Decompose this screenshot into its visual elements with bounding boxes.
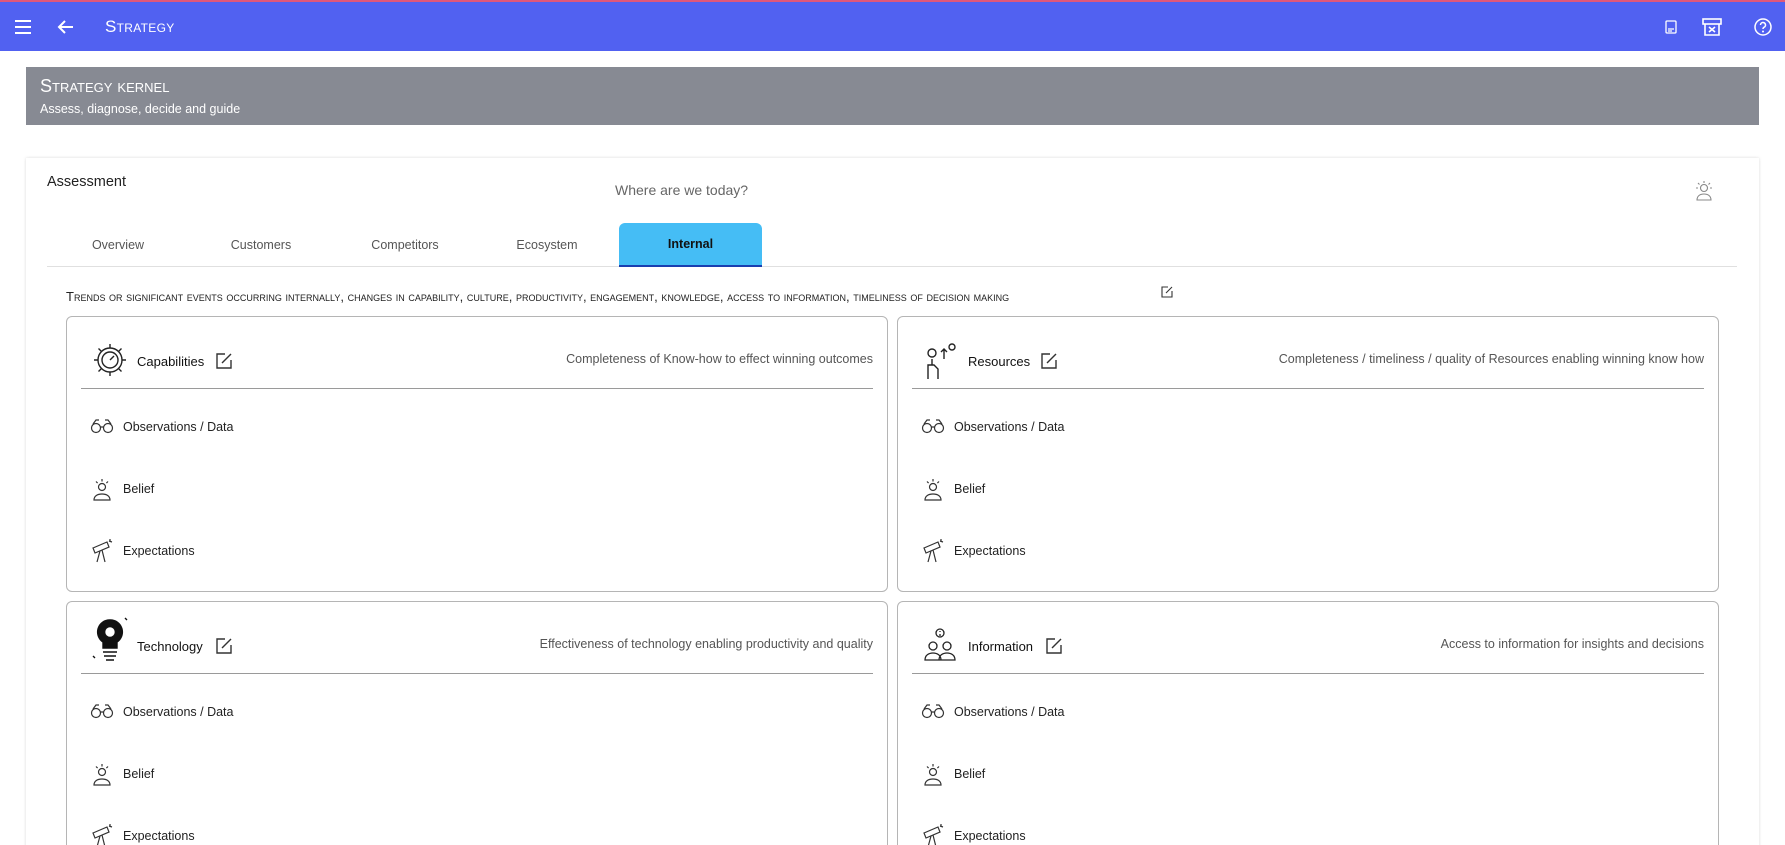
binoculars-icon	[89, 699, 115, 725]
assessment-heading: Assessment	[47, 174, 126, 190]
panel-description: Effectiveness of technology enabling pro…	[539, 637, 873, 651]
belief-row[interactable]: Belief	[920, 761, 1700, 787]
information-panel: Information Access to information for in…	[897, 601, 1719, 845]
people-info-icon	[922, 626, 960, 664]
assessment-card: Assessment Where are we today? Overview …	[26, 158, 1759, 845]
panel-header: Resources Completeness / timeliness / qu…	[912, 317, 1704, 389]
panel-description: Completeness of Know-how to effect winni…	[566, 352, 873, 366]
telescope-icon	[920, 538, 946, 564]
belief-person-icon	[920, 476, 946, 502]
panel-title: Information	[968, 639, 1034, 654]
panel-description: Completeness / timeliness / quality of R…	[1278, 352, 1704, 366]
row-label: Belief	[954, 482, 986, 496]
expectations-row[interactable]: Expectations	[89, 823, 869, 845]
tech-bulb-icon	[91, 617, 129, 664]
edit-icon[interactable]	[1160, 285, 1174, 299]
tab-competitors[interactable]: Competitors	[333, 223, 477, 267]
edit-icon[interactable]	[1044, 636, 1064, 656]
telescope-icon	[89, 538, 115, 564]
panel-header: Information Access to information for in…	[912, 602, 1704, 674]
row-label: Expectations	[123, 829, 195, 843]
expectations-row[interactable]: Expectations	[89, 538, 869, 564]
technology-panel: Technology Effectiveness of technology e…	[66, 601, 888, 845]
row-label: Expectations	[123, 544, 195, 558]
row-label: Observations / Data	[954, 705, 1065, 719]
edit-icon[interactable]	[214, 351, 234, 371]
row-label: Expectations	[954, 829, 1026, 843]
app-bar: Strategy	[0, 0, 1785, 51]
belief-person-icon	[89, 761, 115, 787]
expectations-row[interactable]: Expectations	[920, 538, 1700, 564]
panel-title: Technology	[137, 639, 203, 654]
belief-person-icon	[920, 761, 946, 787]
help-icon[interactable]	[1752, 16, 1774, 38]
menu-icon[interactable]	[12, 16, 34, 38]
tab-overview[interactable]: Overview	[47, 223, 189, 267]
assessment-subheading: Where are we today?	[615, 182, 749, 198]
belief-row[interactable]: Belief	[920, 476, 1700, 502]
assessment-tabs: Overview Customers Competitors Ecosystem…	[47, 223, 1737, 267]
panel-title: Resources	[968, 354, 1031, 369]
expectations-row[interactable]: Expectations	[920, 823, 1700, 845]
panel-header: Technology Effectiveness of technology e…	[81, 602, 873, 674]
strategy-kernel-banner: Strategy kernel Assess, diagnose, decide…	[26, 67, 1759, 125]
trend-description: Trends or significant events occurring i…	[66, 289, 1010, 304]
tab-ecosystem[interactable]: Ecosystem	[477, 223, 617, 267]
app-title: Strategy	[105, 17, 175, 36]
banner-title: Strategy kernel	[40, 76, 170, 96]
resources-panel: Resources Completeness / timeliness / qu…	[897, 316, 1719, 592]
banner-subtitle: Assess, diagnose, decide and guide	[40, 102, 241, 116]
row-label: Expectations	[954, 544, 1026, 558]
arrow-back-icon[interactable]	[55, 16, 77, 38]
row-label: Belief	[123, 482, 155, 496]
observations-row[interactable]: Observations / Data	[89, 414, 869, 440]
belief-person-icon	[89, 476, 115, 502]
observations-row[interactable]: Observations / Data	[89, 699, 869, 725]
telescope-icon	[920, 823, 946, 845]
belief-row[interactable]: Belief	[89, 761, 869, 787]
row-label: Belief	[954, 767, 986, 781]
row-label: Observations / Data	[123, 705, 234, 719]
observations-row[interactable]: Observations / Data	[920, 699, 1700, 725]
gear-gauge-icon	[91, 341, 129, 379]
binoculars-icon	[89, 414, 115, 440]
document-icon[interactable]	[1660, 16, 1682, 38]
binoculars-icon	[920, 414, 946, 440]
hand-resources-icon	[922, 341, 960, 379]
tab-customers[interactable]: Customers	[189, 223, 333, 267]
panel-description: Access to information for insights and d…	[1440, 637, 1704, 651]
row-label: Observations / Data	[123, 420, 234, 434]
panel-title: Capabilities	[137, 354, 205, 369]
row-label: Belief	[123, 767, 155, 781]
telescope-icon	[89, 823, 115, 845]
panel-header: Capabilities Completeness of Know-how to…	[81, 317, 873, 389]
archive-icon[interactable]	[1701, 16, 1723, 38]
row-label: Observations / Data	[954, 420, 1065, 434]
observations-row[interactable]: Observations / Data	[920, 414, 1700, 440]
tab-internal[interactable]: Internal	[619, 223, 762, 267]
capabilities-panel: Capabilities Completeness of Know-how to…	[66, 316, 888, 592]
edit-icon[interactable]	[214, 636, 234, 656]
binoculars-icon	[920, 699, 946, 725]
edit-icon[interactable]	[1039, 351, 1059, 371]
lightbulb-person-icon	[1692, 178, 1716, 202]
belief-row[interactable]: Belief	[89, 476, 869, 502]
